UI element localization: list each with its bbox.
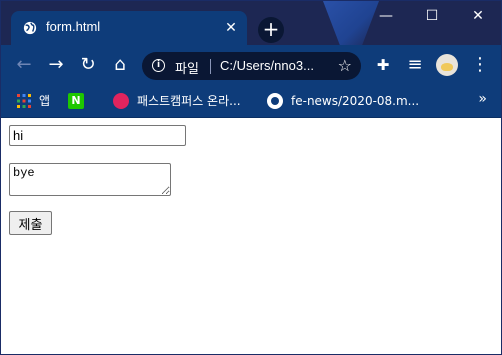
home-button[interactable]: ⌂ [108, 53, 132, 77]
url-text[interactable]: C:/Users/nno3... [220, 58, 314, 73]
bookmarks-bar: 앱 N 패스트캠퍼스 온라... fe-news/2020-08.m... » [1, 85, 501, 118]
globe-icon [23, 21, 37, 35]
minimize-button[interactable]: — [363, 1, 409, 31]
naver-icon[interactable]: N [68, 93, 84, 109]
back-button[interactable]: ← [12, 53, 36, 77]
text-input[interactable] [9, 125, 186, 146]
toolbar: ← → ↻ ⌂ i 파일 C:/Users/nno3... ☆ ✚ ≡ ⋮ [1, 45, 501, 85]
info-icon[interactable]: i [152, 59, 165, 72]
bookmark-star-icon[interactable]: ☆ [338, 56, 352, 75]
address-bar[interactable]: i 파일 C:/Users/nno3... ☆ [142, 52, 361, 80]
tab-close-icon[interactable]: ✕ [223, 20, 239, 36]
extensions-icon[interactable]: ✚ [371, 53, 395, 77]
tab-title: form.html [46, 19, 101, 34]
reload-button[interactable]: ↻ [76, 53, 100, 77]
submit-button[interactable]: 제출 [9, 211, 52, 235]
menu-icon[interactable]: ⋮ [468, 53, 492, 77]
apps-grid-icon[interactable] [17, 94, 31, 108]
divider [210, 59, 211, 74]
new-tab-button[interactable]: + [258, 17, 284, 43]
title-bar: form.html ✕ + — ☐ ✕ [1, 1, 501, 45]
forward-button[interactable]: → [44, 53, 68, 77]
bookmark-fe-news[interactable]: fe-news/2020-08.m... [291, 91, 419, 111]
url-scheme-label: 파일 [175, 62, 199, 77]
profile-avatar[interactable] [436, 54, 458, 76]
bookmark-apps-label[interactable]: 앱 [39, 91, 50, 111]
bookmarks-overflow-button[interactable]: » [478, 91, 487, 107]
github-icon [267, 93, 283, 109]
bookmark-fastcampus[interactable]: 패스트캠퍼스 온라... [137, 91, 241, 111]
browser-window: form.html ✕ + — ☐ ✕ ← → ↻ ⌂ i 파일 C:/User… [0, 0, 502, 355]
textarea-input[interactable]: bye [9, 163, 171, 196]
page-content: bye 제출 [1, 118, 501, 354]
close-window-button[interactable]: ✕ [455, 1, 501, 31]
tab-form-html[interactable]: form.html ✕ [11, 11, 247, 45]
fastcampus-icon [113, 93, 129, 109]
maximize-button[interactable]: ☐ [409, 1, 455, 31]
media-control-icon[interactable]: ≡ [403, 53, 427, 77]
